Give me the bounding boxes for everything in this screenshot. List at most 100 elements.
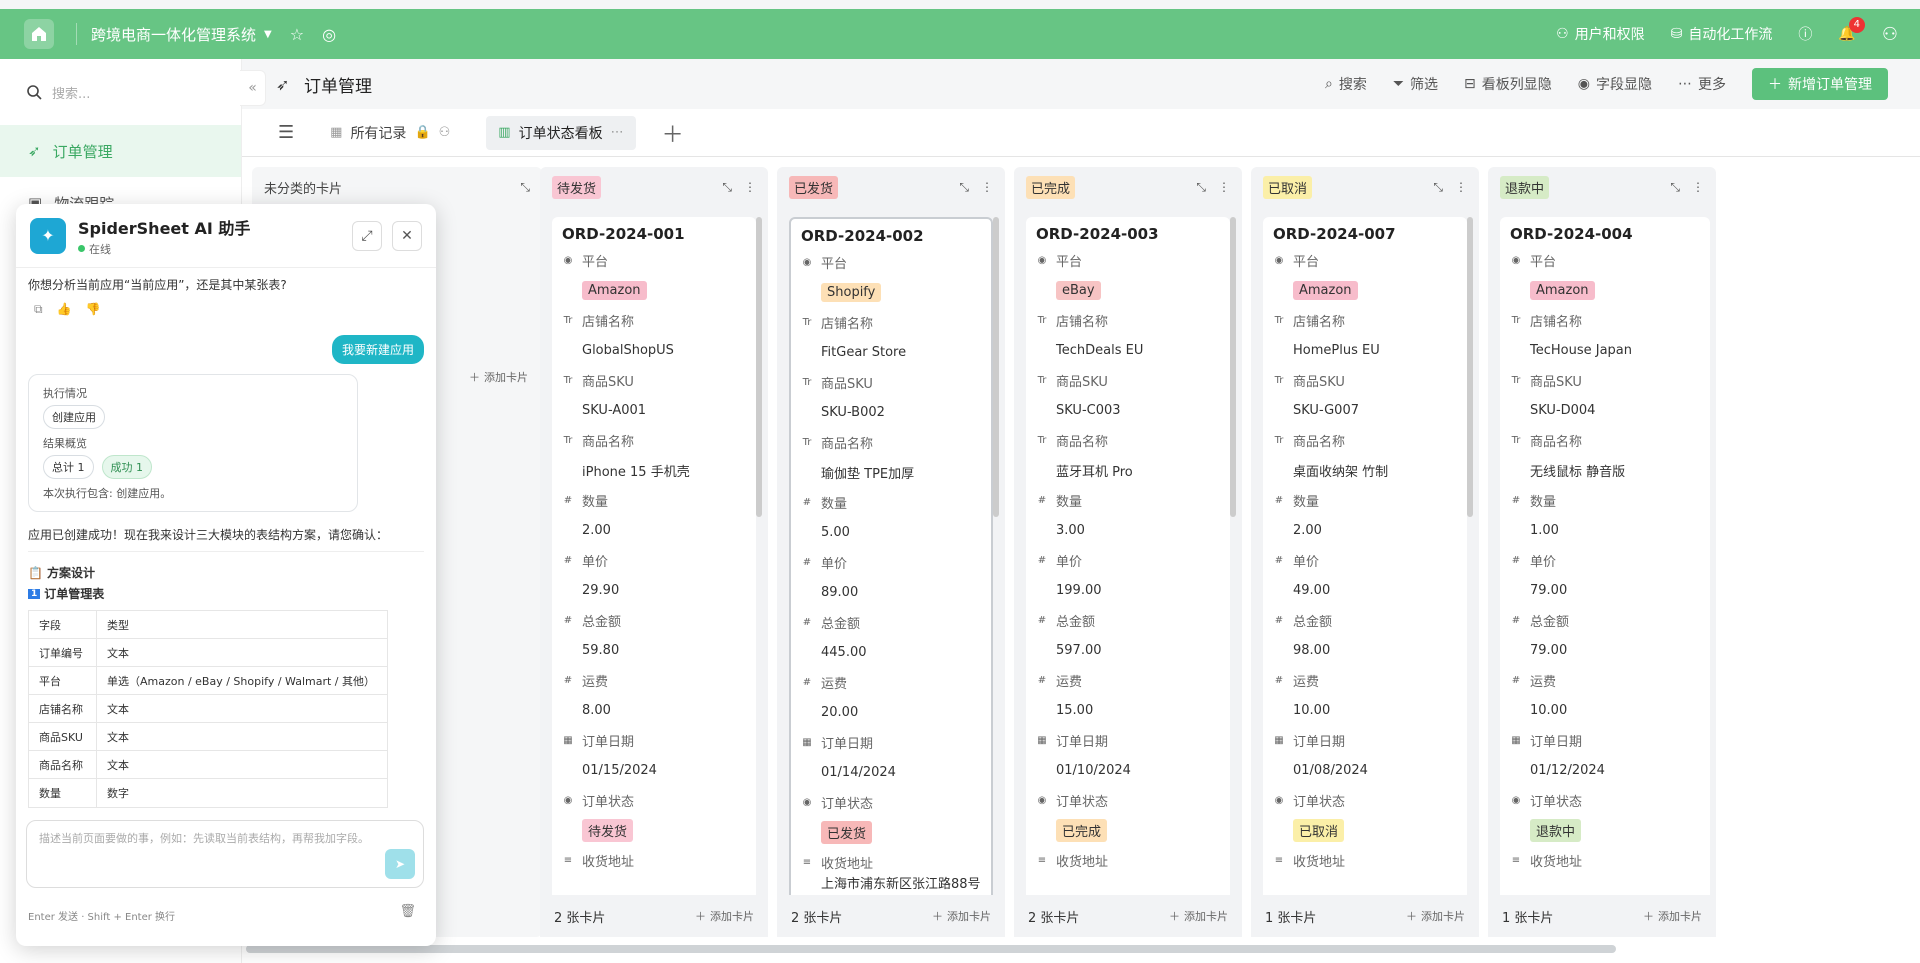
vertical-scrollbar[interactable] xyxy=(756,217,762,517)
menu-icon[interactable]: ☰ xyxy=(278,122,294,143)
field-type-icon: ◉ xyxy=(1511,254,1521,266)
card-field: ◉ 订单状态 退款中 xyxy=(1500,789,1710,849)
field-label: 单价 xyxy=(1293,554,1320,570)
add-card-label: 添加卡片 xyxy=(947,910,991,923)
collapse-icon[interactable]: ⤡ xyxy=(1670,180,1680,195)
add-card-button[interactable]: ＋ 添加卡片 xyxy=(1643,908,1702,924)
field-label: 收货地址 xyxy=(1056,854,1109,870)
field-label: 订单状态 xyxy=(1293,794,1346,810)
filter-button[interactable]: ⏷ 筛选 xyxy=(1393,74,1438,94)
field-label: 商品SKU xyxy=(1293,374,1345,390)
add-card-button[interactable]: ＋ 添加卡片 xyxy=(1406,908,1465,924)
columns-icon: ⊟ xyxy=(1464,76,1476,92)
field-type-icon: ◉ xyxy=(1511,794,1521,806)
add-card-button[interactable]: ＋ 添加卡片 xyxy=(695,908,754,924)
thumbs-down-icon[interactable]: 👎 xyxy=(86,302,101,317)
more-icon[interactable]: ⋯ xyxy=(611,125,624,140)
kanban-column: 待发货 ⤡ ⋮ ORD-2024-001 ◉ 平台 Amazon Tr 店铺名称 Glob… xyxy=(540,167,768,937)
vertical-scrollbar[interactable] xyxy=(1467,217,1473,517)
collapse-icon[interactable]: ⤡ xyxy=(722,180,732,195)
add-card-label: 添加卡片 xyxy=(710,910,754,923)
vertical-scrollbar[interactable] xyxy=(1230,217,1236,517)
home-button[interactable] xyxy=(24,19,54,49)
send-button[interactable]: ➤ xyxy=(385,849,415,879)
users-permissions-button[interactable]: ⚇ 用户和权限 xyxy=(1556,24,1645,44)
field-type-icon: ▦ xyxy=(802,736,812,748)
column-visibility-label: 看板列显隐 xyxy=(1481,77,1552,93)
settings-icon[interactable]: ◎ xyxy=(322,25,336,44)
horizontal-scrollbar[interactable] xyxy=(246,945,1616,953)
add-view-button[interactable]: ＋ xyxy=(662,117,684,149)
add-card-button[interactable]: ＋ 添加卡片 xyxy=(1169,908,1228,924)
field-label: 单价 xyxy=(1530,554,1557,570)
order-card[interactable]: ORD-2024-001 ◉ 平台 Amazon Tr 店铺名称 GlobalShopU… xyxy=(552,217,756,907)
help-icon[interactable]: ⓘ xyxy=(1798,24,1812,44)
plus-icon: ＋ xyxy=(1406,910,1417,923)
collapse-icon[interactable]: ⤡ xyxy=(520,180,530,195)
field-type-icon: ≡ xyxy=(1274,854,1284,866)
vertical-scrollbar[interactable] xyxy=(993,217,999,517)
card-field: ◉ 订单状态 已取消 xyxy=(1263,789,1467,849)
column-menu-icon[interactable]: ⋮ xyxy=(1692,180,1704,195)
column-menu-icon[interactable]: ⋮ xyxy=(744,180,756,195)
add-card-button[interactable]: ＋ 添加卡片 xyxy=(932,908,991,924)
profile-icon[interactable]: ⚇ xyxy=(1882,24,1898,45)
add-order-button[interactable]: ＋ 新增订单管理 xyxy=(1752,68,1888,100)
collapse-icon[interactable]: ⤡ xyxy=(1196,180,1206,195)
collapse-sidebar-button[interactable]: « xyxy=(240,70,266,106)
card-count: 1 张卡片 xyxy=(1502,910,1554,926)
star-icon[interactable]: ☆ xyxy=(290,25,304,44)
search-button[interactable]: ⌕ 搜索 xyxy=(1325,74,1367,94)
field-value: 15.00 xyxy=(1056,702,1094,718)
field-value xyxy=(562,871,746,893)
tab-kanban[interactable]: ▥ 订单状态看板 ⋯ xyxy=(486,115,636,150)
field-type-icon: ◉ xyxy=(1037,254,1047,266)
column-menu-icon[interactable]: ⋮ xyxy=(1218,180,1230,195)
collapse-icon[interactable]: ⤡ xyxy=(1433,180,1443,195)
app-title[interactable]: 跨境电商一体化管理系统 xyxy=(91,24,256,45)
more-icon: ⋯ xyxy=(1678,76,1692,92)
search-input[interactable]: 搜索... xyxy=(52,83,90,102)
tab-all-records[interactable]: ▦ 所有记录 🔒 ⚇ xyxy=(318,116,462,150)
order-card[interactable]: ORD-2024-002 ◉ 平台 Shopify Tr 店铺名称 FitGear St… xyxy=(789,217,993,907)
sidebar-search[interactable]: 搜索... xyxy=(0,59,241,125)
add-card-label: 添加卡片 xyxy=(1658,910,1702,923)
kanban-column: 已发货 ⤡ ⋮ ORD-2024-002 ◉ 平台 Shopify Tr 店铺名称 Fit… xyxy=(777,167,1005,937)
thumbs-up-icon[interactable]: 👍 xyxy=(57,302,72,317)
workflow-button[interactable]: ⛁ 自动化工作流 xyxy=(1671,24,1773,44)
sparkle-icon: ✦ xyxy=(30,217,66,254)
collapse-icon[interactable]: ⤡ xyxy=(959,180,969,195)
platform-tag: Amazon xyxy=(1530,280,1595,300)
chevron-down-icon[interactable]: ▼ xyxy=(264,29,272,40)
field-value: 49.00 xyxy=(1293,582,1331,598)
column-visibility-button[interactable]: ⊟ 看板列显隐 xyxy=(1464,74,1552,94)
order-card[interactable]: ORD-2024-004 ◉ 平台 Amazon Tr 店铺名称 TecHouse Ja… xyxy=(1500,217,1710,907)
copy-icon[interactable]: ⧉ xyxy=(34,302,43,317)
rocket-icon: ➶ xyxy=(28,142,41,160)
field-type-icon: # xyxy=(802,496,812,508)
close-button[interactable]: ✕ xyxy=(392,220,422,251)
notifications-button[interactable]: 🔔 4 xyxy=(1838,17,1865,42)
field-label: 商品SKU xyxy=(1530,374,1582,390)
column-title: 待发货 xyxy=(552,175,602,199)
ai-input[interactable]: 描述当前页面要做的事，例如：先读取当前表结构，再帮我加字段。 ➤ xyxy=(26,820,424,888)
trash-icon[interactable]: 🗑 xyxy=(399,904,416,919)
field-value: 上海市浦东新区张江路88号 xyxy=(821,877,981,892)
field-label: 平台 xyxy=(1293,254,1320,270)
table-row: 店铺名称 文本 xyxy=(29,695,387,723)
sidebar-item-orders[interactable]: ➶ 订单管理 xyxy=(0,125,241,177)
field-type-icon: # xyxy=(1274,674,1284,686)
clipboard-icon: 📋 xyxy=(28,565,43,580)
field-type-icon: ≡ xyxy=(1511,854,1521,866)
ai-input-placeholder: 描述当前页面要做的事，例如：先读取当前表结构，再帮我加字段。 xyxy=(39,832,369,845)
column-menu-icon[interactable]: ⋮ xyxy=(1455,180,1467,195)
number-one-icon: 1 xyxy=(28,588,41,599)
order-card[interactable]: ORD-2024-007 ◉ 平台 Amazon Tr 店铺名称 HomePlus EU… xyxy=(1263,217,1467,907)
field-visibility-button[interactable]: ◉ 字段显隐 xyxy=(1578,74,1652,94)
more-button[interactable]: ⋯ 更多 xyxy=(1678,74,1726,94)
expand-button[interactable]: ⤢ xyxy=(352,220,382,251)
table-head-cell: 字段 xyxy=(29,611,97,638)
field-value: SKU-B002 xyxy=(821,404,885,420)
column-menu-icon[interactable]: ⋮ xyxy=(981,180,993,195)
order-card[interactable]: ORD-2024-003 ◉ 平台 eBay Tr 店铺名称 TechDeals EU … xyxy=(1026,217,1230,907)
